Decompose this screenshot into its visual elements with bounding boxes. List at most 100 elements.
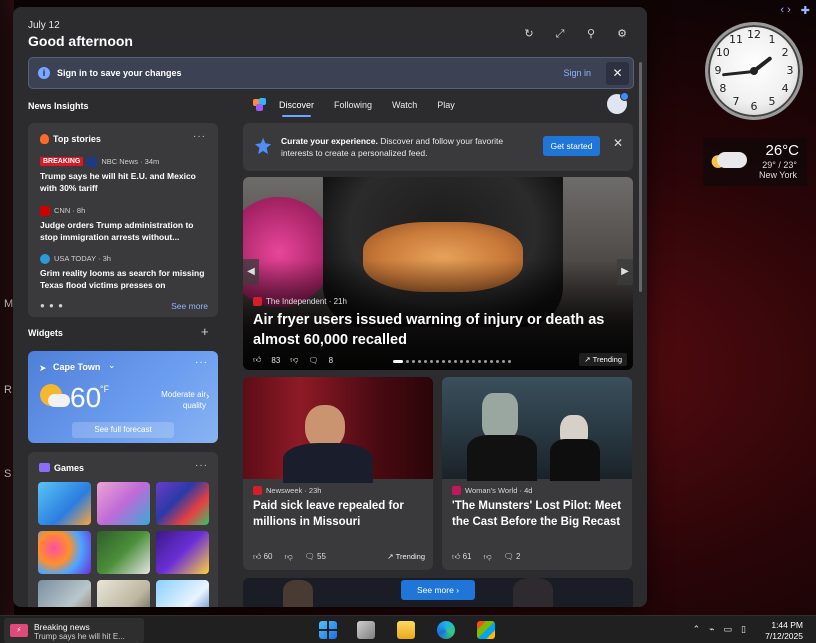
signin-banner: i Sign in to save your changes Sign in ✕ [28, 57, 634, 89]
news-card-reactions: 👍︎ 60 👎︎ 🗨︎ 55 [253, 552, 326, 562]
hero-reactions: 👍︎ 83 👎︎ 🗨︎ 8 [253, 355, 333, 365]
nbc-logo-icon [87, 156, 98, 167]
edge-browser-icon[interactable] [437, 621, 455, 639]
clock-number: 1 [768, 32, 776, 46]
tab-following[interactable]: Following [334, 100, 372, 110]
story-headline: Grim reality looms as search for missing… [40, 268, 205, 290]
like-icon[interactable]: 👍︎ [253, 355, 261, 365]
tab-discover[interactable]: Discover [279, 100, 314, 117]
news-insights-title: News Insights [28, 101, 89, 111]
taskbar-clock[interactable]: 1:44 PM 7/12/2025 [765, 620, 803, 642]
game-tile[interactable] [156, 482, 209, 525]
weather-widget[interactable]: ➤ Cape Town ⌄ ··· 60 °F Moderate air qua… [28, 351, 218, 443]
taskbar-news-widget[interactable]: ⚡ Breaking news Trump says he will hit E… [4, 618, 144, 643]
chevron-right-icon[interactable]: › [206, 391, 209, 402]
see-more-label: See more [416, 585, 454, 595]
story-item[interactable]: CNN · 8h Judge orders Trump administrati… [40, 205, 210, 243]
game-tile[interactable] [97, 531, 150, 574]
air-quality: Moderate air quality [161, 390, 206, 410]
dislike-icon[interactable]: 👎︎ [285, 552, 293, 562]
news-card-image [442, 377, 632, 481]
scrollbar[interactable] [639, 62, 642, 292]
more-options-icon[interactable]: ··· [195, 357, 208, 368]
top-stories-card: Top stories ··· BREAKING NBC News · 34m … [28, 123, 218, 317]
full-forecast-button[interactable]: See full forecast [72, 422, 174, 438]
plus-icon[interactable]: ✚ [801, 4, 810, 17]
weather-city: Cape Town [53, 362, 101, 372]
chevron-left-icon[interactable]: ◀ [243, 259, 259, 285]
see-more-button[interactable]: See more › [401, 580, 475, 600]
get-started-button[interactable]: Get started [543, 136, 600, 156]
desktop-weather-widget[interactable]: ● 26°C 29° / 23° New York [703, 138, 807, 186]
gamepad-icon [39, 463, 50, 472]
close-icon[interactable]: ✕ [606, 62, 629, 85]
like-count: 83 [271, 355, 281, 365]
copilot-icon[interactable] [253, 98, 267, 112]
volume-icon[interactable]: ▭ [724, 624, 733, 635]
games-grid [38, 482, 209, 607]
taskbar: ⚡ Breaking news Trump says he will hit E… [0, 615, 816, 643]
like-icon[interactable]: 👍︎ 61 [452, 552, 472, 562]
gear-icon[interactable]: ⚙ [615, 27, 629, 41]
news-card-source-text: Woman's World · 4d [465, 486, 533, 495]
comment-icon[interactable]: 🗨︎ 55 [305, 552, 326, 562]
dislike-icon[interactable]: 👎︎ [484, 552, 492, 562]
usatoday-logo-icon [40, 253, 50, 264]
like-icon[interactable]: 👍︎ 60 [253, 552, 273, 562]
game-tile[interactable] [156, 531, 209, 574]
chevron-down-icon[interactable]: ⌄ [108, 360, 116, 371]
news-card[interactable]: Woman's World · 4d 'The Munsters' Lost P… [442, 377, 632, 570]
add-widget-button[interactable]: + [201, 324, 209, 339]
hero-pager[interactable] [393, 360, 511, 363]
news-card[interactable]: Newsweek · 23h Paid sick leave repealed … [243, 377, 433, 570]
chevron-right-icon[interactable]: ▶ [617, 259, 633, 285]
person-figure [283, 580, 313, 607]
news-card-title: 'The Munsters' Lost Pilot: Meet the Cast… [452, 500, 622, 528]
news-card-reactions: 👍︎ 61 👎︎ 🗨︎ 2 [452, 552, 520, 562]
tab-play[interactable]: Play [437, 100, 455, 110]
clock-number: 2 [781, 46, 789, 59]
cnn-logo-icon [40, 205, 50, 216]
taskbar-news-title: Breaking news [34, 622, 90, 632]
clock-pin [750, 67, 758, 75]
game-tile[interactable] [97, 482, 150, 525]
desktop-weather-range: 29° / 23° [762, 160, 797, 170]
battery-icon[interactable]: ▯ [741, 624, 746, 635]
hero-article[interactable]: ◀ ▶ The Independent · 21h Air fryer user… [243, 177, 633, 370]
store-icon[interactable] [477, 621, 495, 639]
tab-watch[interactable]: Watch [392, 100, 417, 110]
story-item[interactable]: BREAKING NBC News · 34m Trump says he wi… [40, 156, 210, 194]
chevron-up-icon[interactable]: ⌃ [693, 624, 701, 635]
game-tile[interactable] [38, 531, 91, 574]
arrows-icon[interactable]: ‹ › [780, 4, 790, 17]
pin-icon[interactable]: ⚲ [584, 27, 598, 41]
dislike-icon[interactable]: 👎︎ [290, 355, 298, 365]
close-icon[interactable]: ✕ [613, 136, 623, 150]
task-view-icon[interactable] [357, 621, 375, 639]
game-tile[interactable] [156, 580, 209, 607]
weather-temp: 60 [70, 382, 102, 413]
story-headline: Judge orders Trump administration to sto… [40, 220, 194, 242]
trending-icon: ↗ [387, 552, 394, 561]
more-options-icon[interactable]: ··· [195, 460, 208, 471]
story-item[interactable]: USA TODAY · 3h Grim reality looms as sea… [40, 253, 210, 291]
expand-icon[interactable]: ⤢ [553, 27, 567, 41]
game-tile[interactable] [38, 580, 91, 607]
person-figure [482, 393, 518, 439]
widgets-panel: July 12 Good afternoon ↻ ⤢ ⚲ ⚙ i Sign in… [13, 7, 647, 607]
network-icon[interactable]: ⌁ [709, 624, 714, 635]
desktop-toolbar: ‹ › ✚ [780, 4, 810, 17]
file-explorer-icon[interactable] [397, 621, 415, 639]
refresh-icon[interactable]: ↻ [522, 27, 536, 41]
game-tile[interactable] [97, 580, 150, 607]
breaking-badge: BREAKING [40, 157, 84, 166]
pager-dots[interactable]: ● ● ● [40, 301, 64, 310]
signin-link[interactable]: Sign in [563, 68, 591, 78]
comment-icon[interactable]: 🗨︎ 2 [504, 552, 521, 562]
games-widget: Games ··· [28, 452, 218, 607]
start-icon[interactable] [319, 621, 337, 639]
comment-icon[interactable]: 🗨︎ [308, 356, 318, 365]
see-more-link[interactable]: See more [171, 301, 208, 311]
more-options-icon[interactable]: ··· [193, 131, 206, 142]
game-tile[interactable] [38, 482, 91, 525]
